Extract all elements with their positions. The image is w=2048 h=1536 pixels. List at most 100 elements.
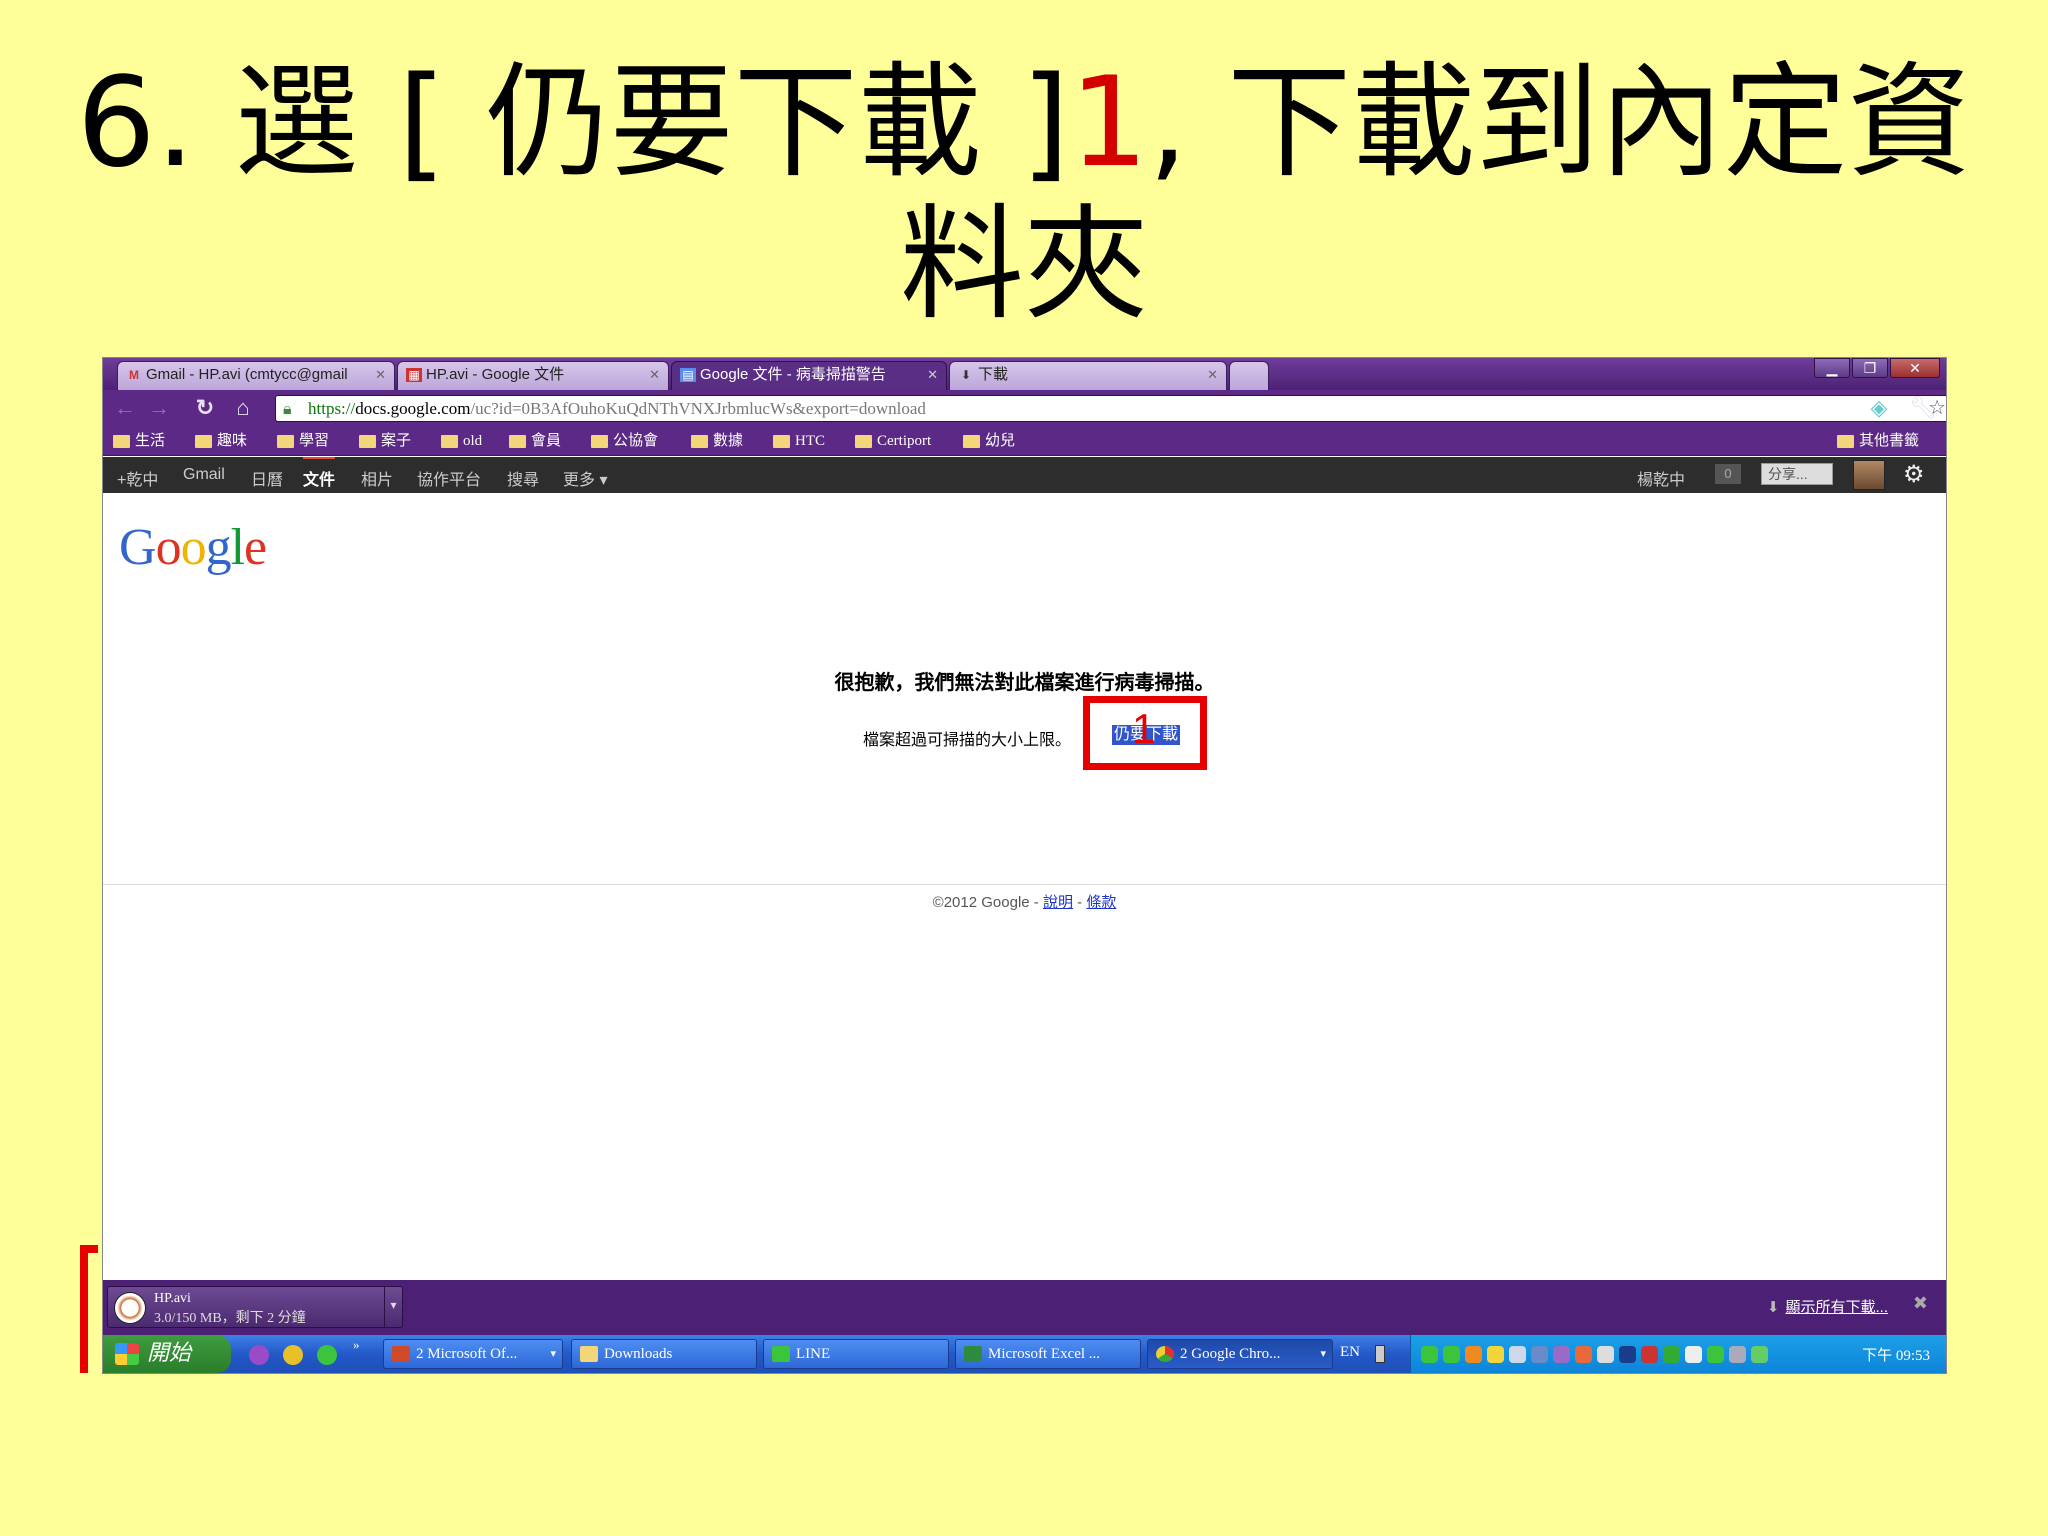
google-logo: Google bbox=[119, 519, 267, 576]
gbar-item-sites[interactable]: 協作平台 bbox=[417, 466, 481, 490]
taskbar-button-excel[interactable]: Microsoft Excel ... bbox=[955, 1339, 1141, 1369]
share-button[interactable]: 分享... bbox=[1761, 463, 1833, 485]
tray-icon[interactable] bbox=[1553, 1346, 1570, 1363]
tray-icon[interactable] bbox=[1707, 1346, 1724, 1363]
address-bar[interactable]: 🔒︎ https://docs.google.com/uc?id=0B3AfOu… bbox=[275, 395, 1946, 422]
new-tab-button[interactable] bbox=[1229, 361, 1269, 390]
close-icon[interactable]: ✕ bbox=[649, 362, 660, 388]
tab-downloads[interactable]: ⬇ 下載 ✕ bbox=[949, 361, 1227, 390]
tray-icon[interactable] bbox=[1575, 1346, 1592, 1363]
reload-icon[interactable]: ↻ bbox=[193, 396, 217, 420]
volume-icon[interactable] bbox=[1597, 1346, 1614, 1363]
close-icon[interactable]: ✕ bbox=[375, 362, 386, 388]
chevron-down-icon[interactable]: ▾ bbox=[384, 1287, 402, 1327]
footer-help-link[interactable]: 說明 bbox=[1043, 894, 1073, 911]
bookmark-folder[interactable]: 數據 bbox=[691, 431, 743, 451]
tray-icon[interactable] bbox=[1685, 1346, 1702, 1363]
extension-icon[interactable]: ◈ bbox=[1867, 396, 1891, 420]
google-bar: +乾中 Gmail 日曆 文件 相片 協作平台 搜尋 更多 ▾ 楊乾中 0 分享… bbox=[103, 457, 1946, 493]
folder-icon bbox=[691, 435, 708, 448]
gbar-item-more[interactable]: 更多 ▾ bbox=[563, 466, 607, 490]
close-window-icon[interactable]: ✕ bbox=[1890, 358, 1940, 378]
tray-icon[interactable] bbox=[1465, 1346, 1482, 1363]
step-marker: 1 bbox=[1132, 705, 1156, 752]
wrench-icon[interactable]: 🔧︎ bbox=[1909, 396, 1937, 420]
folder-icon bbox=[1837, 435, 1854, 448]
tray-icon[interactable] bbox=[1729, 1346, 1746, 1363]
tray-icon[interactable] bbox=[1663, 1346, 1680, 1363]
tray-icon[interactable] bbox=[1751, 1346, 1768, 1363]
folder-icon bbox=[441, 435, 458, 448]
download-arrow-icon: ⬇ bbox=[1766, 1299, 1780, 1316]
windows-taskbar: 開始 » 2 Microsoft Of... ▾ Downloads LINE … bbox=[103, 1335, 1946, 1373]
gbar-item-profile[interactable]: +乾中 bbox=[117, 466, 158, 490]
bookmark-folder[interactable]: 趣味 bbox=[195, 431, 247, 451]
bookmark-folder[interactable]: old bbox=[441, 431, 482, 451]
gbar-item-photos[interactable]: 相片 bbox=[361, 466, 393, 490]
page-footer: ©2012 Google - 說明 - 條款 bbox=[103, 891, 1946, 912]
taskbar-button-line[interactable]: LINE bbox=[763, 1339, 949, 1369]
avatar[interactable] bbox=[1853, 460, 1885, 490]
forward-icon[interactable]: → bbox=[147, 396, 171, 420]
close-shelf-icon[interactable]: ✖ bbox=[1913, 1293, 1928, 1314]
download-icon: ⬇ bbox=[960, 368, 972, 382]
bookmark-folder[interactable]: 學習 bbox=[277, 431, 329, 451]
docs-icon: ▤ bbox=[680, 368, 696, 382]
tab-hp-avi[interactable]: ▦ HP.avi - Google 文件 ✕ bbox=[397, 361, 669, 390]
usb-icon[interactable] bbox=[1375, 1345, 1385, 1363]
bookmark-folder[interactable]: 生活 bbox=[113, 431, 165, 451]
home-icon[interactable]: ⌂ bbox=[231, 396, 255, 420]
tray-icon[interactable] bbox=[1509, 1346, 1526, 1363]
file-too-large-text: 檔案超過可掃描的大小上限。 bbox=[863, 732, 1072, 749]
virus-scan-heading: 很抱歉，我們無法對此檔案進行病毒掃描。 bbox=[834, 672, 1215, 694]
tray-icon[interactable] bbox=[1641, 1346, 1658, 1363]
gbar-item-search[interactable]: 搜尋 bbox=[507, 466, 539, 490]
quicklaunch-overflow-icon[interactable]: » bbox=[353, 1337, 360, 1353]
bookmark-folder[interactable]: 會員 bbox=[509, 431, 561, 451]
taskbar-button-office[interactable]: 2 Microsoft Of... ▾ bbox=[383, 1339, 563, 1369]
tray-icon[interactable] bbox=[1443, 1346, 1460, 1363]
start-button[interactable]: 開始 bbox=[103, 1335, 231, 1373]
tab-gmail[interactable]: M Gmail - HP.avi (cmtycc@gmail ✕ bbox=[117, 361, 395, 390]
tray-icon[interactable] bbox=[1487, 1346, 1504, 1363]
tab-virus-scan-warning[interactable]: ▤ Google 文件 - 病毒掃描警告 ✕ bbox=[671, 361, 947, 390]
footer-terms-link[interactable]: 條款 bbox=[1086, 894, 1116, 911]
other-bookmarks[interactable]: 其他書籤 bbox=[1837, 431, 1919, 451]
gear-icon[interactable]: ⚙ bbox=[1903, 460, 1925, 489]
close-icon[interactable]: ✕ bbox=[1207, 362, 1218, 388]
bookmark-folder[interactable]: Certiport bbox=[855, 431, 931, 451]
folder-icon bbox=[359, 435, 376, 448]
language-indicator[interactable]: EN bbox=[1340, 1344, 1360, 1361]
bookmark-folder[interactable]: 公協會 bbox=[591, 431, 658, 451]
quicklaunch-icon[interactable] bbox=[283, 1345, 303, 1365]
taskbar-clock[interactable]: 下午 09:53 bbox=[1862, 1344, 1930, 1365]
tab-strip: M Gmail - HP.avi (cmtycc@gmail ✕ ▦ HP.av… bbox=[103, 358, 1946, 390]
taskbar-button-downloads[interactable]: Downloads bbox=[571, 1339, 757, 1369]
tray-icon[interactable] bbox=[1531, 1346, 1548, 1363]
notification-count[interactable]: 0 bbox=[1715, 464, 1741, 484]
gbar-user-name[interactable]: 楊乾中 bbox=[1637, 466, 1685, 490]
tray-icon[interactable] bbox=[1421, 1346, 1438, 1363]
bookmark-folder[interactable]: 幼兒 bbox=[963, 431, 1015, 451]
browser-toolbar: ← → ↻ ⌂ 🔒︎ https://docs.google.com/uc?id… bbox=[103, 390, 1946, 426]
window-controls: ▁ ❐ ✕ bbox=[1812, 358, 1940, 380]
bookmark-folder[interactable]: 案子 bbox=[359, 431, 411, 451]
bookmark-folder[interactable]: HTC bbox=[773, 431, 825, 451]
close-icon[interactable]: ✕ bbox=[927, 362, 938, 388]
browser-screenshot: M Gmail - HP.avi (cmtycc@gmail ✕ ▦ HP.av… bbox=[103, 358, 1946, 1373]
download-item[interactable]: HP.avi 3.0/150 MB，剩下 2 分鐘 ▾ bbox=[107, 1286, 403, 1328]
taskbar-button-chrome[interactable]: 2 Google Chro... ▾ bbox=[1147, 1339, 1333, 1369]
show-all-downloads-link[interactable]: ⬇ 顯示所有下載... bbox=[1767, 1296, 1888, 1317]
lock-icon: 🔒︎ bbox=[283, 401, 292, 418]
restore-icon[interactable]: ❐ bbox=[1852, 358, 1888, 378]
gbar-item-calendar[interactable]: 日曆 bbox=[251, 466, 283, 490]
folder-icon bbox=[277, 435, 294, 448]
back-icon[interactable]: ← bbox=[113, 396, 137, 420]
minimize-icon[interactable]: ▁ bbox=[1814, 358, 1850, 378]
gbar-item-docs[interactable]: 文件 bbox=[303, 457, 336, 490]
gbar-item-gmail[interactable]: Gmail bbox=[183, 466, 225, 484]
tray-icon[interactable] bbox=[1619, 1346, 1636, 1363]
quicklaunch-icon[interactable] bbox=[249, 1345, 269, 1365]
quicklaunch-icon[interactable] bbox=[317, 1345, 337, 1365]
chrome-icon bbox=[1156, 1346, 1174, 1362]
